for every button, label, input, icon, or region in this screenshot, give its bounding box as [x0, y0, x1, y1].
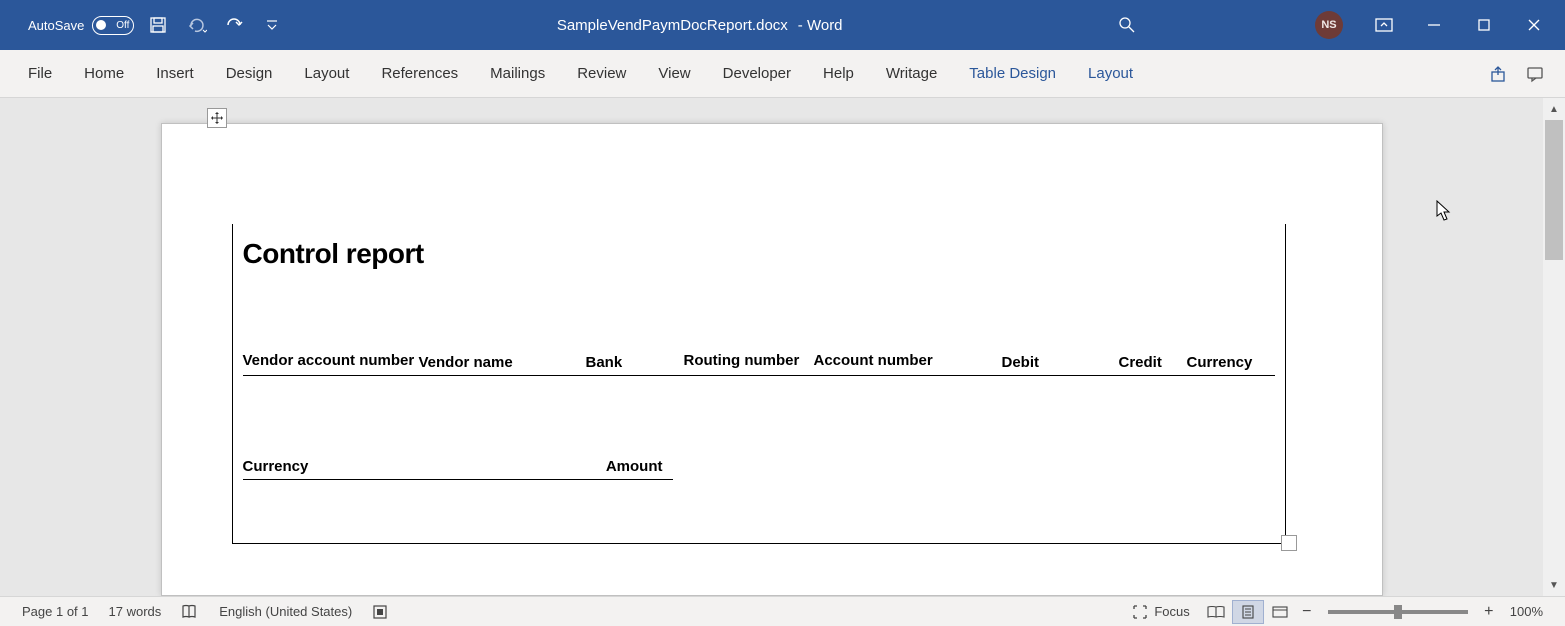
search-button[interactable] — [1113, 11, 1141, 39]
zoom-out-button[interactable]: − — [1296, 603, 1318, 621]
search-icon — [1117, 15, 1137, 35]
spellcheck-button[interactable] — [171, 604, 209, 620]
tab-mailings[interactable]: Mailings — [474, 50, 561, 97]
col-amount: Amount — [603, 458, 673, 475]
tab-table-layout[interactable]: Layout — [1072, 50, 1149, 97]
close-icon — [1527, 18, 1541, 32]
tab-writage[interactable]: Writage — [870, 50, 953, 97]
scroll-down-button[interactable]: ▼ — [1543, 574, 1565, 596]
user-avatar[interactable]: NS — [1315, 11, 1343, 39]
ribbon-display-button[interactable] — [1361, 5, 1407, 45]
zoom-slider-thumb[interactable] — [1394, 605, 1402, 619]
quick-access-toolbar: AutoSave Off — [8, 11, 286, 39]
print-layout-icon — [1240, 604, 1256, 620]
app-name: - Word — [798, 17, 843, 34]
tab-help[interactable]: Help — [807, 50, 870, 97]
read-mode-button[interactable] — [1200, 600, 1232, 624]
col-debit: Debit — [1002, 354, 1119, 371]
col-credit: Credit — [1119, 354, 1187, 371]
autosave-label: AutoSave — [28, 18, 84, 33]
customize-icon — [265, 18, 279, 32]
focus-label: Focus — [1154, 604, 1189, 619]
minimize-button[interactable] — [1411, 5, 1457, 45]
maximize-button[interactable] — [1461, 5, 1507, 45]
web-layout-icon — [1271, 605, 1289, 619]
titlebar-title: SampleVendPaymDocReport.docx - Word — [286, 17, 1113, 34]
tab-review[interactable]: Review — [561, 50, 642, 97]
tab-file[interactable]: File — [12, 50, 68, 97]
read-mode-icon — [1206, 605, 1226, 619]
zoom-in-button[interactable]: + — [1478, 603, 1500, 621]
document-page: Control report Vendor account number Ven… — [161, 123, 1383, 596]
tab-references[interactable]: References — [365, 50, 474, 97]
redo-icon — [224, 15, 244, 35]
titlebar-controls: NS — [1113, 5, 1557, 45]
col-account: Account number — [814, 350, 1002, 371]
comment-icon — [1526, 65, 1544, 83]
titlebar: AutoSave Off SampleVendPaymDocReport.doc… — [0, 0, 1565, 50]
autosave-toggle[interactable]: Off — [92, 16, 134, 35]
tab-home[interactable]: Home — [68, 50, 140, 97]
focus-icon — [1132, 604, 1148, 620]
report-title: Control report — [233, 224, 1285, 270]
minimize-icon — [1427, 18, 1441, 32]
col-routing: Routing number — [684, 350, 814, 371]
maximize-icon — [1477, 18, 1491, 32]
macro-icon — [372, 604, 388, 620]
page-indicator[interactable]: Page 1 of 1 — [12, 604, 99, 619]
language-indicator[interactable]: English (United States) — [209, 604, 362, 619]
table-resize-handle[interactable] — [1281, 535, 1297, 551]
tab-table-design[interactable]: Table Design — [953, 50, 1072, 97]
undo-icon — [185, 15, 207, 35]
undo-button[interactable] — [182, 11, 210, 39]
comments-button[interactable] — [1517, 56, 1553, 92]
redo-button[interactable] — [220, 11, 248, 39]
book-icon — [181, 604, 199, 620]
scroll-thumb[interactable] — [1545, 120, 1563, 260]
word-count[interactable]: 17 words — [99, 604, 172, 619]
scroll-up-button[interactable]: ▲ — [1543, 98, 1565, 120]
move-icon — [210, 111, 224, 125]
ribbon-display-icon — [1375, 18, 1393, 32]
save-button[interactable] — [144, 11, 172, 39]
macro-button[interactable] — [362, 604, 398, 620]
save-icon — [148, 15, 168, 35]
col-currency-2: Currency — [243, 458, 603, 475]
autosave-control[interactable]: AutoSave Off — [28, 16, 134, 35]
tab-developer[interactable]: Developer — [707, 50, 807, 97]
close-button[interactable] — [1511, 5, 1557, 45]
web-layout-button[interactable] — [1264, 600, 1296, 624]
focus-mode-button[interactable]: Focus — [1122, 604, 1199, 620]
statusbar: Page 1 of 1 17 words English (United Sta… — [0, 596, 1565, 626]
customize-qat-button[interactable] — [258, 11, 286, 39]
table-header-row-2: Currency Amount — [243, 458, 673, 480]
tab-view[interactable]: View — [642, 50, 706, 97]
tab-design[interactable]: Design — [210, 50, 289, 97]
user-initials: NS — [1321, 19, 1336, 31]
table-move-handle[interactable] — [207, 108, 227, 128]
vertical-scrollbar[interactable]: ▲ ▼ — [1543, 98, 1565, 596]
document-name: SampleVendPaymDocReport.docx — [557, 17, 788, 34]
table-header-row-1: Vendor account number Vendor name Bank R… — [243, 350, 1275, 376]
autosave-state: Off — [116, 20, 129, 31]
col-vendor-name: Vendor name — [419, 354, 586, 371]
tab-layout[interactable]: Layout — [288, 50, 365, 97]
zoom-slider[interactable] — [1328, 610, 1468, 614]
document-area[interactable]: Control report Vendor account number Ven… — [0, 98, 1543, 596]
tab-insert[interactable]: Insert — [140, 50, 210, 97]
col-currency: Currency — [1187, 354, 1275, 371]
share-button[interactable] — [1481, 56, 1517, 92]
share-icon — [1490, 65, 1508, 83]
zoom-level[interactable]: 100% — [1500, 604, 1553, 619]
ribbon-tabs: File Home Insert Design Layout Reference… — [0, 50, 1565, 98]
report-table[interactable]: Control report Vendor account number Ven… — [232, 224, 1286, 544]
col-vendor-account: Vendor account number — [243, 350, 419, 371]
print-layout-button[interactable] — [1232, 600, 1264, 624]
col-bank: Bank — [586, 354, 684, 371]
